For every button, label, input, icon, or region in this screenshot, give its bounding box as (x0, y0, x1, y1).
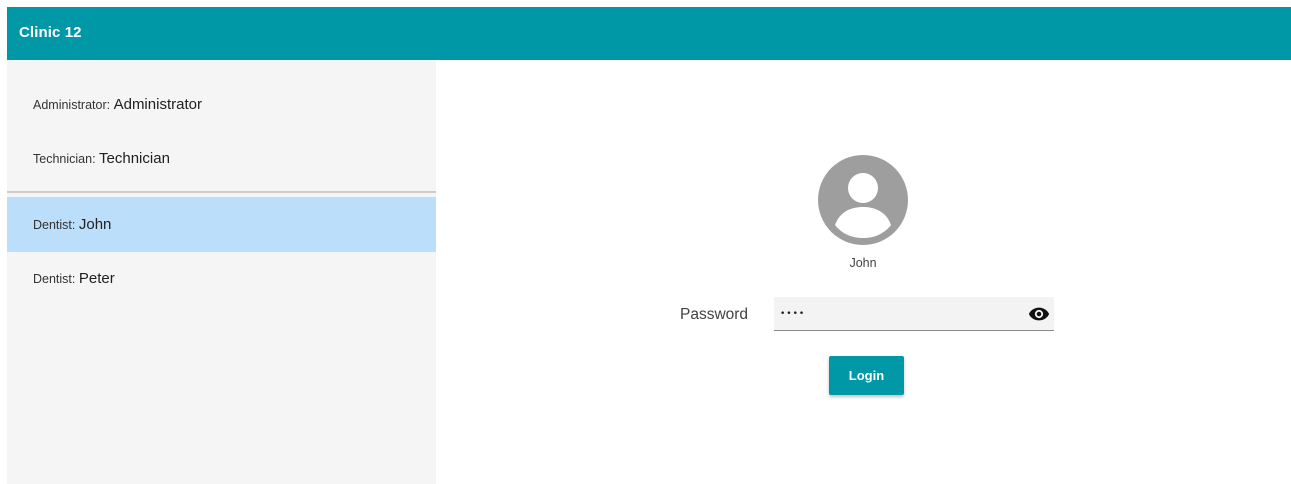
password-input[interactable] (780, 303, 1010, 325)
user-name-label: Administrator (113, 96, 202, 113)
user-name-label: Peter (78, 270, 115, 287)
login-panel: John Password Login (436, 60, 1291, 484)
user-item-technician[interactable]: Technician: Technician (7, 131, 436, 186)
app-window: Clinic 12 Administrator: Administrator T… (7, 7, 1291, 484)
user-role-label: Administrator: (33, 98, 111, 112)
user-name-label: Technician (99, 150, 170, 167)
login-button[interactable]: Login (829, 356, 904, 395)
user-item-dentist-peter[interactable]: Dentist: Peter (7, 251, 436, 306)
app-title: Clinic 12 (19, 24, 82, 41)
user-list: Administrator: Administrator Technician:… (7, 60, 436, 484)
app-header: Clinic 12 (7, 7, 1291, 60)
eye-icon[interactable] (1028, 303, 1050, 325)
user-role-label: Dentist: (33, 272, 76, 286)
user-name-label: John (78, 216, 112, 233)
user-role-label: Technician: (33, 152, 96, 166)
account-circle-icon (818, 155, 908, 245)
password-field (774, 297, 1054, 331)
user-item-dentist-john[interactable]: Dentist: John (7, 197, 436, 252)
group-divider (7, 191, 436, 193)
user-item-administrator[interactable]: Administrator: Administrator (7, 77, 436, 132)
password-label: Password (680, 306, 749, 323)
selected-user-name: John (849, 256, 877, 270)
user-role-label: Dentist: (33, 218, 76, 232)
